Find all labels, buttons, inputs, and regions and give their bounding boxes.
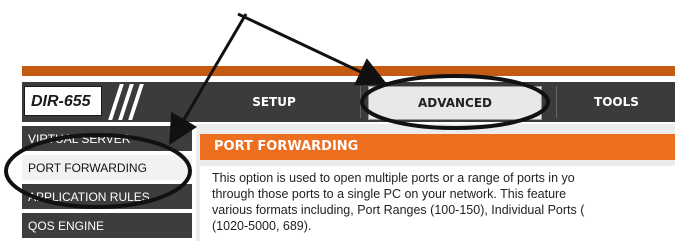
tab-advanced[interactable]: ADVANCED <box>368 86 542 120</box>
product-logo: DIR-655 <box>24 84 183 120</box>
logo-model-label: DIR-655 <box>24 86 102 116</box>
description-text: This option is used to open multiple por… <box>212 171 585 233</box>
sidebar-item-port-forwarding[interactable]: PORT FORWARDING <box>22 155 192 182</box>
tab-setup[interactable]: SETUP <box>188 86 361 118</box>
sidebar: VIRTUAL SERVER PORT FORWARDING APPLICATI… <box>22 124 192 241</box>
sidebar-item-application-rules[interactable]: APPLICATION RULES <box>22 184 192 211</box>
sidebar-item-qos-engine[interactable]: QOS ENGINE <box>22 213 192 240</box>
header-accent-bar <box>22 66 675 76</box>
tab-tools[interactable]: TOOLS <box>556 86 675 118</box>
page-title: PORT FORWARDING <box>200 134 675 160</box>
sidebar-item-virtual-server[interactable]: VIRTUAL SERVER <box>22 126 192 153</box>
content-body: This option is used to open multiple por… <box>200 166 675 241</box>
